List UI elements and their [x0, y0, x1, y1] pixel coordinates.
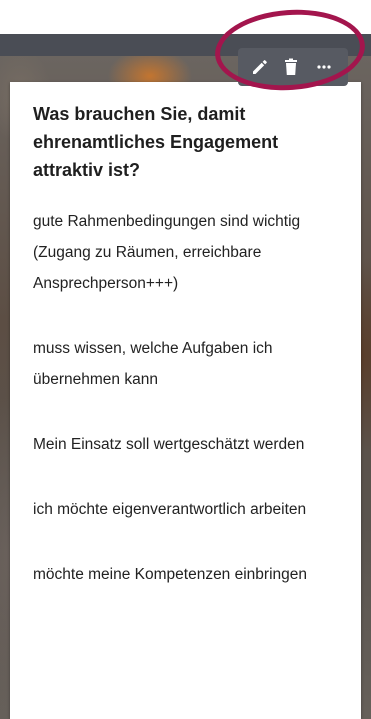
screenshot-stage: Was brauchen Sie, damit ehrenamtliches E… [0, 0, 371, 719]
delete-button[interactable] [280, 56, 302, 78]
trash-icon [285, 58, 297, 75]
card-entry: ich möchte eigenverantwortlich arbeiten [33, 501, 307, 518]
card-title: Was brauchen Sie, damit ehrenamtliches E… [33, 104, 279, 180]
card-entry: muss wissen, welche Aufgaben ich überneh… [33, 340, 273, 388]
edit-button[interactable] [249, 56, 271, 78]
card-toolbar [238, 48, 348, 86]
idea-card[interactable]: Was brauchen Sie, damit ehrenamtliches E… [10, 82, 361, 719]
more-options-button[interactable] [313, 56, 335, 78]
card-entry: möchte meine Kompetenzen einbringen [33, 566, 308, 583]
card-entry: Mein Einsatz soll wertgeschätzt werden [33, 436, 305, 453]
card-entries: gute Rahmenbedingungen sind wichtig (Zug… [33, 206, 348, 624]
more-horizontal-icon [317, 65, 331, 69]
card-entry: gute Rahmenbedingungen sind wichtig (Zug… [33, 213, 301, 292]
pencil-icon [253, 60, 267, 74]
